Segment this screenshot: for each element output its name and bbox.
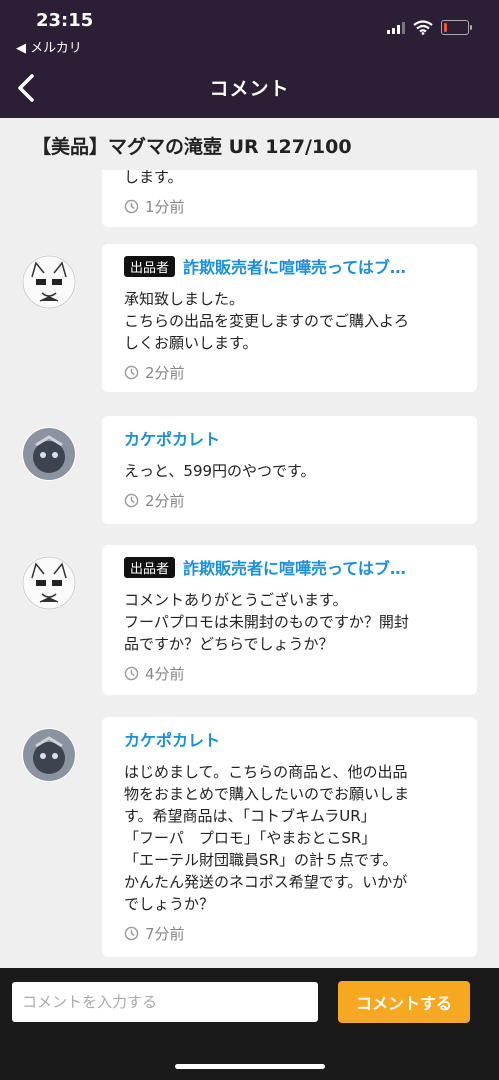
user-name-link[interactable]: 詐欺販売者に喧嘩売ってはブ… — [183, 555, 406, 579]
comment-time-text: 1分前 — [145, 198, 185, 216]
comment-time-text: 4分前 — [145, 665, 185, 683]
avatar[interactable] — [22, 255, 76, 309]
status-time: 23:15 — [36, 10, 94, 31]
comment-input[interactable] — [12, 982, 318, 1022]
status-back-to-app[interactable]: ◀ メルカリ — [16, 37, 82, 56]
comment-card: 出品者 詐欺販売者に喧嘩売ってはブ… コメントありがとうございます。 フーパプロ… — [102, 545, 477, 695]
comment-time-text: 2分前 — [145, 492, 185, 510]
comment-message: 承知致しました。 こちらの出品を変更しますのでご購入よろ しくお願いします。 — [124, 290, 410, 352]
status-icons — [387, 20, 472, 35]
clock-icon — [124, 365, 139, 380]
comment-composer: コメントする — [0, 968, 499, 1080]
wifi-icon — [413, 20, 433, 35]
header: 23:15 ◀ メルカリ コメント — [0, 0, 499, 118]
avatar[interactable] — [22, 556, 76, 610]
comment-time: 2分前 — [124, 490, 455, 511]
home-indicator[interactable] — [175, 1064, 325, 1069]
user-name-link[interactable]: 詐欺販売者に喧嘩売ってはブ… — [183, 254, 406, 278]
comment-message: します。 — [124, 170, 183, 186]
battery-icon — [441, 20, 472, 35]
comment-time-text: 7分前 — [145, 925, 185, 943]
item-title: 【美品】マグマの滝壺 UR 127/100 — [0, 118, 499, 170]
clock-icon — [124, 926, 139, 941]
comment-message: はじめまして。こちらの商品と、他の出品 物をおまとめで購入したいのでお願いしま … — [124, 763, 410, 913]
user-name-link[interactable]: カケポカレト — [124, 727, 220, 751]
avatar[interactable] — [22, 728, 76, 782]
page-title: コメント — [209, 78, 290, 100]
seller-badge: 出品者 — [124, 556, 176, 578]
clock-icon — [124, 666, 139, 681]
comment-message: えっと、599円のやつです。 — [124, 462, 316, 480]
comment-time: 4分前 — [124, 663, 455, 684]
comment-time: 2分前 — [124, 362, 455, 383]
user-name-link[interactable]: カケポカレト — [124, 426, 220, 450]
comment-time: 7分前 — [124, 923, 455, 944]
comment-card: カケポカレト えっと、599円のやつです。 2分前 — [102, 416, 477, 524]
comment-card: カケポカレト はじめまして。こちらの商品と、他の出品 物をおまとめで購入したいの… — [102, 717, 477, 957]
signal-icon — [387, 21, 405, 34]
comment-submit-button[interactable]: コメントする — [338, 981, 470, 1023]
clock-icon — [124, 199, 139, 214]
comment-card: 出品者 詐欺販売者に喧嘩売ってはブ… 承知致しました。 こちらの出品を変更します… — [102, 244, 477, 392]
comment-list[interactable]: します。 1分前 出品者 詐欺販売者に喧嘩売ってはブ… 承知致しました。 こちら… — [0, 170, 499, 970]
comment-time-text: 2分前 — [145, 364, 185, 382]
seller-badge: 出品者 — [124, 255, 176, 277]
comment-card: します。 1分前 — [102, 170, 477, 227]
comment-message: コメントありがとうございます。 フーパプロモは未開封のものですか？開封 品ですか… — [124, 591, 409, 653]
avatar[interactable] — [22, 427, 76, 481]
clock-icon — [124, 493, 139, 508]
comment-time: 1分前 — [124, 196, 455, 217]
